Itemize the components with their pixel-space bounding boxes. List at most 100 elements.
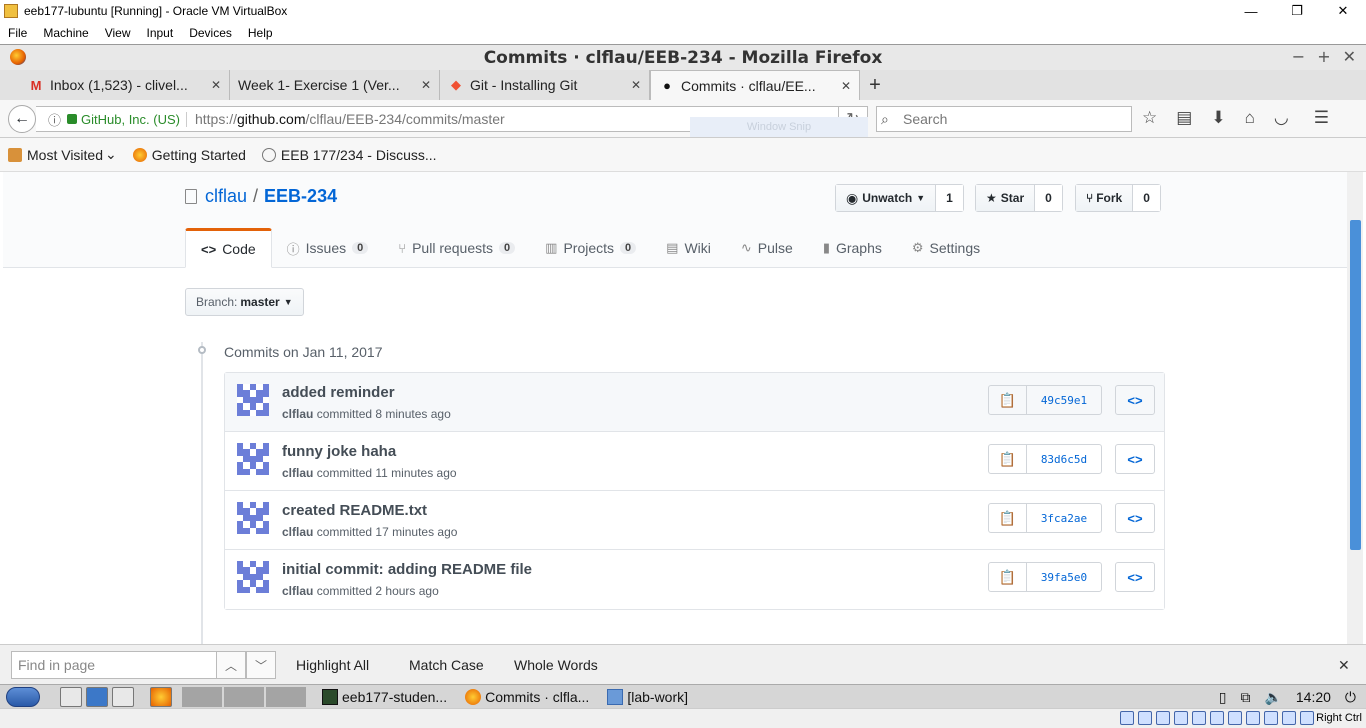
commit-sha-link[interactable]: 3fca2ae bbox=[1027, 504, 1101, 532]
file-manager-icon[interactable] bbox=[60, 686, 82, 707]
unwatch-button[interactable]: ◉ Unwatch ▼ bbox=[836, 185, 937, 211]
tab-commits[interactable]: ● Commits · clflau/EE... ✕ bbox=[650, 70, 860, 100]
commit-sha-link[interactable]: 49c59e1 bbox=[1027, 386, 1101, 414]
menu-icon[interactable]: ☰ bbox=[1314, 108, 1329, 128]
menu-devices[interactable]: Devices bbox=[181, 26, 240, 40]
reading-list-icon[interactable]: ▤ bbox=[1176, 108, 1192, 128]
avatar[interactable] bbox=[237, 384, 269, 416]
find-next-button[interactable]: ﹀ bbox=[246, 651, 276, 679]
commit-sha-link[interactable]: 83d6c5d bbox=[1027, 445, 1101, 473]
menu-view[interactable]: View bbox=[97, 26, 139, 40]
commit-author-link[interactable]: clflau bbox=[282, 466, 313, 480]
minimize-button[interactable]: — bbox=[1228, 0, 1274, 22]
star-count[interactable]: 0 bbox=[1035, 185, 1062, 211]
menu-file[interactable]: File bbox=[0, 26, 35, 40]
tab-code[interactable]: <> Code bbox=[185, 228, 272, 268]
clipboard-icon[interactable]: 📋 bbox=[989, 386, 1027, 414]
task-lab-work[interactable]: [lab-work] bbox=[601, 686, 694, 708]
desktop-pager-1[interactable] bbox=[182, 686, 222, 707]
menu-help[interactable]: Help bbox=[240, 26, 281, 40]
tab-close-icon[interactable]: ✕ bbox=[841, 79, 851, 93]
commit-message-link[interactable]: added reminder bbox=[282, 384, 395, 401]
tab-graphs[interactable]: ▮ Graphs bbox=[808, 228, 897, 268]
network-icon[interactable] bbox=[86, 686, 108, 707]
search-input[interactable]: ⌕ Search bbox=[876, 106, 1132, 132]
star-button[interactable]: ★ Star bbox=[976, 185, 1036, 211]
highlight-all-toggle[interactable]: Highlight All bbox=[296, 657, 369, 673]
tab-close-icon[interactable]: ✕ bbox=[421, 78, 431, 92]
network-status-icon[interactable]: ⧉ bbox=[1240, 689, 1250, 706]
cpu-icon[interactable] bbox=[1264, 711, 1278, 725]
tab-close-icon[interactable]: ✕ bbox=[631, 78, 641, 92]
branch-select[interactable]: Branch: master ▼ bbox=[185, 288, 304, 316]
commit-message-link[interactable]: initial commit: adding README file bbox=[282, 561, 532, 578]
ff-close-button[interactable]: ✕ bbox=[1343, 47, 1356, 66]
network-adapter-icon[interactable] bbox=[1174, 711, 1188, 725]
home-icon[interactable]: ⌂ bbox=[1245, 108, 1255, 128]
battery-icon[interactable]: ▯ bbox=[1219, 689, 1227, 706]
repo-owner-link[interactable]: clflau bbox=[205, 186, 247, 207]
firefox-launcher-icon[interactable] bbox=[150, 686, 172, 707]
bookmark-getting-started[interactable]: Getting Started bbox=[132, 147, 246, 163]
avatar[interactable] bbox=[237, 561, 269, 593]
commit-author-link[interactable]: clflau bbox=[282, 525, 313, 539]
ff-maximize-button[interactable]: + bbox=[1317, 47, 1330, 66]
menu-machine[interactable]: Machine bbox=[35, 26, 96, 40]
watch-count[interactable]: 1 bbox=[936, 185, 963, 211]
find-input[interactable]: Find in page bbox=[11, 651, 217, 679]
task-firefox[interactable]: Commits · clfla... bbox=[459, 686, 595, 708]
window-icon[interactable] bbox=[112, 686, 134, 707]
clipboard-icon[interactable]: 📋 bbox=[989, 563, 1027, 591]
desktop-pager-3[interactable] bbox=[266, 686, 306, 707]
clipboard-icon[interactable]: 📋 bbox=[989, 504, 1027, 532]
tab-issues[interactable]: ⓘ Issues 0 bbox=[272, 228, 384, 268]
commit-author-link[interactable]: clflau bbox=[282, 407, 313, 421]
pocket-icon[interactable]: ◡ bbox=[1274, 108, 1289, 128]
repo-name-link[interactable]: EEB-234 bbox=[264, 186, 337, 207]
task-terminal[interactable]: eeb177-studen... bbox=[316, 686, 453, 708]
volume-icon[interactable]: 🔈 bbox=[1264, 689, 1281, 706]
hdd-icon[interactable] bbox=[1120, 711, 1134, 725]
audio-icon[interactable] bbox=[1156, 711, 1170, 725]
logout-icon[interactable]: ⏻ bbox=[1345, 689, 1356, 706]
browse-code-button[interactable]: <> bbox=[1115, 503, 1155, 533]
restore-button[interactable]: ❐ bbox=[1274, 0, 1320, 22]
tab-week1[interactable]: Week 1- Exercise 1 (Ver... ✕ bbox=[230, 70, 440, 100]
display-icon[interactable] bbox=[1228, 711, 1242, 725]
site-identity[interactable]: GitHub, Inc. (US) bbox=[81, 111, 187, 127]
keyboard-icon[interactable] bbox=[1300, 711, 1314, 725]
fork-button[interactable]: ⑂ Fork bbox=[1076, 185, 1134, 211]
ff-minimize-button[interactable]: − bbox=[1292, 47, 1305, 66]
browse-code-button[interactable]: <> bbox=[1115, 444, 1155, 474]
shared-folder-icon[interactable] bbox=[1210, 711, 1224, 725]
whole-words-toggle[interactable]: Whole Words bbox=[514, 657, 598, 673]
download-icon[interactable]: ⬇ bbox=[1211, 108, 1225, 128]
tab-projects[interactable]: ▥ Projects 0 bbox=[530, 228, 651, 268]
commit-sha-link[interactable]: 39fa5e0 bbox=[1027, 563, 1101, 591]
clipboard-icon[interactable]: 📋 bbox=[989, 445, 1027, 473]
commit-message-link[interactable]: created README.txt bbox=[282, 502, 427, 519]
tab-git[interactable]: ◆ Git - Installing Git ✕ bbox=[440, 70, 650, 100]
tab-pull-requests[interactable]: ⑂ Pull requests 0 bbox=[383, 228, 530, 268]
mouse-integration-icon[interactable] bbox=[1282, 711, 1296, 725]
tab-pulse[interactable]: ∿ Pulse bbox=[726, 228, 808, 268]
fork-count[interactable]: 0 bbox=[1133, 185, 1160, 211]
url-text[interactable]: https://github.com/clflau/EEB-234/commit… bbox=[195, 111, 505, 127]
usb-icon[interactable] bbox=[1192, 711, 1206, 725]
video-capture-icon[interactable] bbox=[1246, 711, 1260, 725]
start-menu-button[interactable] bbox=[0, 685, 46, 709]
scrollbar-thumb[interactable] bbox=[1350, 220, 1361, 550]
avatar[interactable] bbox=[237, 502, 269, 534]
browse-code-button[interactable]: <> bbox=[1115, 562, 1155, 592]
commit-author-link[interactable]: clflau bbox=[282, 584, 313, 598]
tab-wiki[interactable]: ▤ Wiki bbox=[651, 228, 726, 268]
close-icon[interactable]: ✕ bbox=[1338, 657, 1350, 674]
back-button[interactable]: ← bbox=[8, 105, 36, 133]
new-tab-button[interactable]: + bbox=[860, 70, 890, 100]
optical-icon[interactable] bbox=[1138, 711, 1152, 725]
menu-input[interactable]: Input bbox=[139, 26, 182, 40]
site-info-icon[interactable]: ⓘ bbox=[48, 110, 61, 129]
bookmark-star-icon[interactable]: ☆ bbox=[1142, 108, 1157, 128]
bookmark-eeb-discuss[interactable]: EEB 177/234 - Discuss... bbox=[261, 147, 437, 163]
tab-close-icon[interactable]: ✕ bbox=[211, 78, 221, 92]
